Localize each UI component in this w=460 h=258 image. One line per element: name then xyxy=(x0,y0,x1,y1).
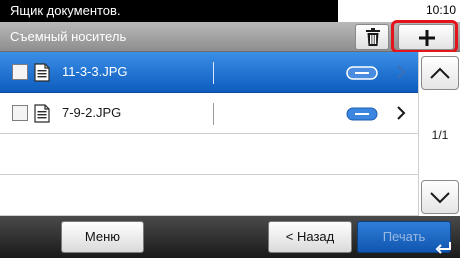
file-checkbox[interactable] xyxy=(12,105,28,121)
scroll-up-button[interactable] xyxy=(421,56,459,90)
back-button[interactable]: < Назад xyxy=(268,221,352,253)
file-name: 11-3-3.JPG xyxy=(62,64,128,79)
file-name: 7-9-2.JPG xyxy=(62,105,122,120)
chevron-up-icon xyxy=(430,67,450,79)
column-divider xyxy=(213,62,214,84)
page-indicator: 1/1 xyxy=(431,128,449,142)
header-bar: Съемный носитель xyxy=(0,22,460,52)
scroll-down-button[interactable] xyxy=(421,180,459,214)
scroll-area: 1/1 xyxy=(418,52,460,216)
chevron-down-icon xyxy=(430,192,450,204)
details-icon[interactable] xyxy=(346,107,378,121)
status-title: Ящик документов. xyxy=(10,3,121,18)
file-list: 11-3-3.JPG 7-9-2.JPG xyxy=(0,52,418,216)
status-bar: Ящик документов. 10:10 xyxy=(0,0,460,22)
plus-icon xyxy=(419,30,435,46)
document-icon xyxy=(34,104,50,123)
document-icon xyxy=(34,63,50,82)
chevron-right-icon[interactable] xyxy=(396,64,406,80)
column-divider xyxy=(213,103,214,125)
footer-bar: Меню < Назад Печать xyxy=(0,216,460,258)
empty-row xyxy=(0,175,418,216)
details-icon[interactable] xyxy=(346,66,378,80)
empty-row xyxy=(0,134,418,175)
enter-icon xyxy=(435,242,451,254)
file-checkbox[interactable] xyxy=(12,64,28,80)
file-row[interactable]: 11-3-3.JPG xyxy=(0,52,418,93)
trash-icon xyxy=(366,28,380,46)
delete-button[interactable] xyxy=(355,24,389,50)
menu-button[interactable]: Меню xyxy=(61,221,144,253)
location-label: Съемный носитель xyxy=(10,29,127,44)
status-clock-area: 10:10 xyxy=(338,0,460,22)
status-time: 10:10 xyxy=(425,3,456,17)
screen: Ящик документов. 10:10 Съемный носитель xyxy=(0,0,460,258)
chevron-right-icon[interactable] xyxy=(396,105,406,121)
file-row[interactable]: 7-9-2.JPG xyxy=(0,93,418,134)
add-button[interactable] xyxy=(398,24,454,50)
